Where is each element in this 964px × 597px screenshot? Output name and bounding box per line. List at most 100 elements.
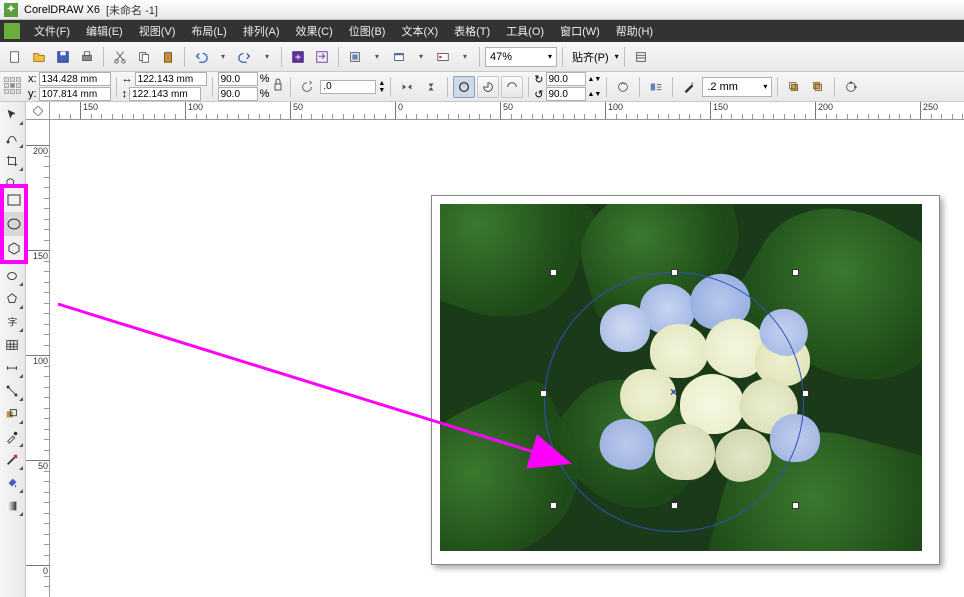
menu-edit[interactable]: 编辑(E) xyxy=(78,20,131,42)
cut-button[interactable] xyxy=(109,46,131,68)
interactive-fill-tool[interactable] xyxy=(0,495,24,517)
menu-file[interactable]: 文件(F) xyxy=(26,20,78,42)
outline-tool[interactable] xyxy=(0,449,24,471)
canvas-area[interactable]: 20015010050050100150200250300 2001501005… xyxy=(26,102,964,597)
pick-tool[interactable] xyxy=(0,104,24,126)
paste-button[interactable] xyxy=(157,46,179,68)
handle-s[interactable] xyxy=(671,502,678,509)
launch-dropdown[interactable] xyxy=(368,46,386,68)
shape-tool[interactable] xyxy=(0,127,24,149)
redo-dropdown[interactable] xyxy=(258,46,276,68)
angle-input[interactable] xyxy=(320,80,376,94)
outline-width-combo[interactable]: .2 mm▾ xyxy=(702,77,772,97)
fill-tool[interactable] xyxy=(0,472,24,494)
mirror-v-button[interactable] xyxy=(420,76,442,98)
rotate-icon xyxy=(296,76,318,98)
handle-se[interactable] xyxy=(792,502,799,509)
scalex-input[interactable] xyxy=(218,72,258,86)
menu-tools[interactable]: 工具(O) xyxy=(498,20,552,42)
open-button[interactable] xyxy=(28,46,50,68)
export-button[interactable] xyxy=(311,46,333,68)
ruler-origin[interactable] xyxy=(26,102,50,120)
ellipse-tool[interactable] xyxy=(0,265,24,287)
x-input[interactable] xyxy=(39,72,111,86)
height-input[interactable] xyxy=(129,87,201,101)
import-button[interactable] xyxy=(287,46,309,68)
eyedropper-tool[interactable] xyxy=(0,426,24,448)
vertical-ruler[interactable]: 200150100500 xyxy=(26,120,50,597)
welcome-dropdown[interactable] xyxy=(412,46,430,68)
angle-up[interactable]: ▲ xyxy=(378,80,385,87)
scaley-input[interactable] xyxy=(218,87,258,101)
handle-sw[interactable] xyxy=(550,502,557,509)
app-launcher-button[interactable] xyxy=(432,46,454,68)
ellipse-mode-button[interactable] xyxy=(453,76,475,98)
flyout-polygon[interactable] xyxy=(4,236,24,260)
standard-toolbar: 47%▾ 贴齐(P) ▾ xyxy=(0,42,964,72)
lock-ratio-toggle[interactable] xyxy=(271,73,285,101)
toolbox: 字 xyxy=(0,102,26,597)
end-angle-input[interactable] xyxy=(546,87,586,101)
width-input[interactable] xyxy=(135,72,207,86)
outline-pen-icon xyxy=(678,76,700,98)
launch-button[interactable] xyxy=(344,46,366,68)
menu-help[interactable]: 帮助(H) xyxy=(608,20,661,42)
menu-window[interactable]: 窗口(W) xyxy=(552,20,608,42)
menu-layout[interactable]: 布局(L) xyxy=(183,20,234,42)
property-bar: x: y: ↔ ↕ % % ▲▼ ↻▲▼ ↺▲▼ .2 mm▾ xyxy=(0,72,964,102)
new-button[interactable] xyxy=(4,46,26,68)
snap-label[interactable]: 贴齐(P) xyxy=(568,49,613,65)
shape-flyout xyxy=(0,184,28,264)
connector-tool[interactable] xyxy=(0,380,24,402)
to-back-button[interactable] xyxy=(807,76,829,98)
undo-button[interactable] xyxy=(190,46,212,68)
convert-button[interactable] xyxy=(840,76,862,98)
app-launcher-dropdown[interactable] xyxy=(456,46,474,68)
outline-width-value: .2 mm xyxy=(707,81,738,93)
menu-text[interactable]: 文本(X) xyxy=(393,20,446,42)
pie-mode-button[interactable] xyxy=(477,76,499,98)
menu-arrange[interactable]: 排列(A) xyxy=(235,20,288,42)
start-angle-input[interactable] xyxy=(546,72,586,86)
crop-tool[interactable] xyxy=(0,150,24,172)
flyout-rectangle[interactable] xyxy=(4,188,24,212)
drawing-page xyxy=(431,195,940,565)
wrap-button[interactable] xyxy=(645,76,667,98)
effects-tool[interactable] xyxy=(0,403,24,425)
zoom-combo[interactable]: 47%▾ xyxy=(485,47,557,67)
flyout-ellipse[interactable] xyxy=(4,212,24,236)
menu-effects[interactable]: 效果(C) xyxy=(288,20,341,42)
menu-view[interactable]: 视图(V) xyxy=(131,20,184,42)
polygon-tool[interactable] xyxy=(0,288,24,310)
y-input[interactable] xyxy=(39,87,111,101)
handle-n[interactable] xyxy=(671,269,678,276)
table-tool[interactable] xyxy=(0,334,24,356)
dimension-tool[interactable] xyxy=(0,357,24,379)
svg-text:字: 字 xyxy=(8,317,18,329)
mirror-h-button[interactable] xyxy=(396,76,418,98)
save-button[interactable] xyxy=(52,46,74,68)
handle-w[interactable] xyxy=(540,390,547,397)
print-button[interactable] xyxy=(76,46,98,68)
origin-grid[interactable] xyxy=(4,77,24,97)
handle-e[interactable] xyxy=(802,390,809,397)
angle-down[interactable]: ▼ xyxy=(378,87,385,94)
menu-table[interactable]: 表格(T) xyxy=(446,20,498,42)
copy-button[interactable] xyxy=(133,46,155,68)
selection-center[interactable]: × xyxy=(669,387,678,396)
options-button[interactable] xyxy=(630,46,652,68)
to-front-button[interactable] xyxy=(783,76,805,98)
handle-nw[interactable] xyxy=(550,269,557,276)
redo-button[interactable] xyxy=(234,46,256,68)
undo-dropdown[interactable] xyxy=(214,46,232,68)
arc-mode-button[interactable] xyxy=(501,76,523,98)
workspace: 字 20015010050050100150200250300 20015010… xyxy=(0,102,964,597)
welcome-button[interactable] xyxy=(388,46,410,68)
horizontal-ruler[interactable]: 20015010050050100150200250300 xyxy=(50,102,964,120)
bitmap-image[interactable] xyxy=(440,204,922,551)
text-tool[interactable]: 字 xyxy=(0,311,24,333)
direction-button[interactable] xyxy=(612,76,634,98)
y-label: y: xyxy=(28,88,37,100)
handle-ne[interactable] xyxy=(792,269,799,276)
menu-bitmaps[interactable]: 位图(B) xyxy=(341,20,394,42)
